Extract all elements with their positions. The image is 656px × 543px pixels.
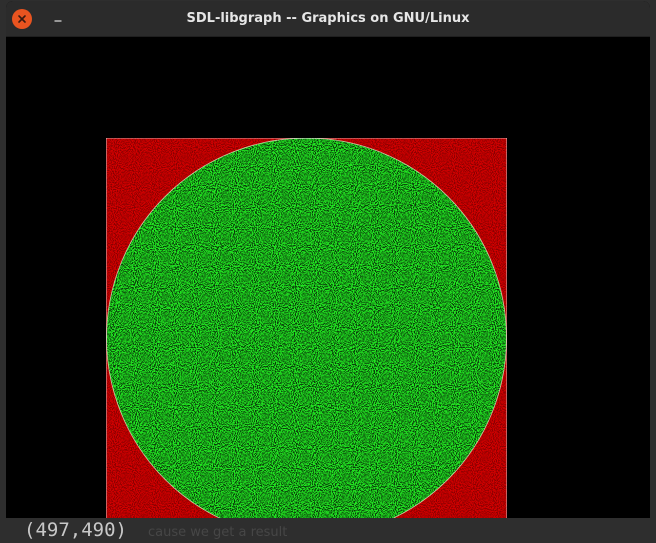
cursor-coordinates: (497,490) [24,519,127,541]
graphics-canvas[interactable] [6,37,650,518]
faint-background-text: cause we get a result [148,525,288,540]
monte-carlo-plot [106,138,507,518]
window-title: SDL-libgraph -- Graphics on GNU/Linux [186,11,470,26]
title-bar: SDL-libgraph -- Graphics on GNU/Linux [6,1,650,37]
sdl-window: SDL-libgraph -- Graphics on GNU/Linux [6,1,650,518]
